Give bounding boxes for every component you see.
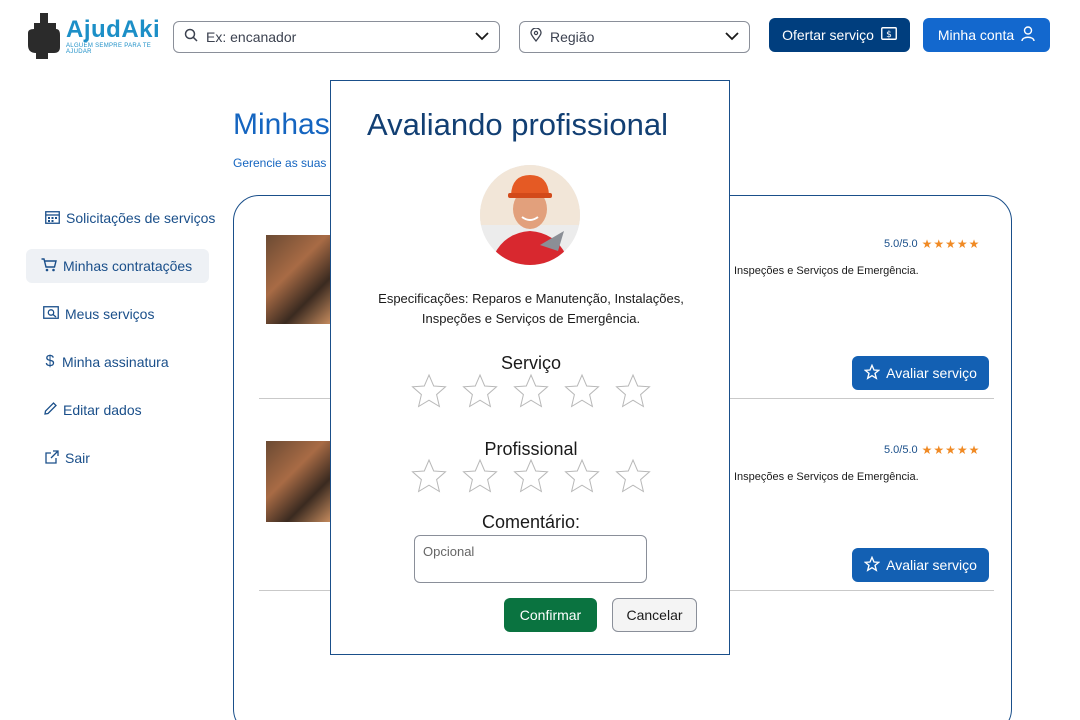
contract-thumbnail — [266, 441, 330, 522]
contract-rating: 5.0/5.0 ★★★★★ — [884, 237, 980, 251]
sidebar-item-sair[interactable]: Sair — [45, 441, 90, 475]
star-rating-icon: ★★★★★ — [921, 237, 981, 251]
sidebar-item-label: Minha assinatura — [62, 354, 169, 370]
dollar-icon: $ — [45, 353, 55, 370]
rate-service-label: Avaliar serviço — [886, 365, 977, 381]
brand-logo[interactable]: AjudAki ALGUEM SEMPRE PARA TE AJUDAR — [26, 12, 160, 60]
sidebar-item-assinatura[interactable]: $ Minha assinatura — [44, 345, 169, 379]
professional-star-rating[interactable] — [411, 458, 651, 494]
spec-line-2: Inspeções e Serviços de Emergência. — [421, 311, 641, 326]
rate-service-label: Avaliar serviço — [886, 557, 977, 573]
brand-name: AjudAki — [66, 16, 161, 43]
contract-spec: Inspeções e Serviços de Emergência. — [734, 265, 919, 277]
sidebar-item-contratacoes[interactable]: Minhas contratações — [26, 249, 209, 283]
page-title: Minhas — [233, 108, 330, 141]
sidebar-item-solicitacoes[interactable]: Solicitações de serviços — [45, 201, 215, 235]
professional-avatar — [480, 165, 580, 265]
my-account-button[interactable]: Minha conta — [923, 18, 1050, 52]
rate-service-button[interactable]: Avaliar serviço — [852, 548, 989, 582]
spec-line-1: Especificações: Reparos e Manutenção, In… — [378, 291, 684, 306]
star-outline-icon[interactable] — [564, 458, 600, 494]
service-star-rating[interactable] — [411, 373, 651, 409]
offer-service-label: Ofertar serviço — [782, 27, 874, 43]
pencil-icon — [44, 402, 57, 418]
page-subtitle: Gerencie as suas — [233, 156, 327, 170]
star-outline-icon — [863, 555, 881, 575]
offer-service-button[interactable]: Ofertar serviço $ — [769, 18, 910, 52]
professional-rating-label: Profissional — [484, 439, 578, 459]
rating-value: 5.0/5.0 — [884, 444, 918, 456]
comment-label: Comentário: — [481, 512, 581, 532]
search-placeholder: Ex: encanador — [206, 29, 297, 45]
comment-placeholder: Opcional — [423, 544, 475, 559]
cancel-button[interactable]: Cancelar — [612, 598, 697, 632]
modal-specifications: Especificações: Reparos e Manutenção, In… — [351, 289, 711, 329]
rate-professional-modal: Avaliando profissional Especificações: R… — [330, 80, 730, 655]
star-outline-icon[interactable] — [411, 458, 447, 494]
search-icon — [184, 28, 198, 47]
my-account-label: Minha conta — [937, 27, 1015, 43]
star-outline-icon[interactable] — [513, 458, 549, 494]
star-outline-icon[interactable] — [462, 458, 498, 494]
external-link-icon — [45, 449, 59, 467]
star-outline-icon[interactable] — [462, 373, 498, 409]
brand-tagline: ALGUEM SEMPRE PARA TE AJUDAR — [66, 43, 152, 55]
region-placeholder: Região — [550, 29, 595, 45]
star-outline-icon[interactable] — [411, 373, 447, 409]
sidebar-item-label: Editar dados — [63, 402, 142, 418]
star-outline-icon[interactable] — [615, 458, 651, 494]
user-icon — [1021, 25, 1035, 45]
calendar-icon — [45, 210, 60, 227]
confirm-button[interactable]: Confirmar — [504, 598, 597, 632]
cart-icon — [41, 257, 57, 275]
rating-value: 5.0/5.0 — [884, 238, 918, 250]
svg-text:$: $ — [886, 30, 892, 40]
service-rating-label: Serviço — [500, 353, 562, 373]
modal-title: Avaliando profissional — [367, 107, 669, 142]
contract-rating: 5.0/5.0 ★★★★★ — [884, 443, 980, 457]
star-outline-icon[interactable] — [564, 373, 600, 409]
image-icon — [43, 306, 59, 322]
contract-spec: Inspeções e Serviços de Emergência. — [734, 471, 919, 483]
comment-textarea[interactable]: Opcional — [414, 535, 647, 583]
contract-thumbnail — [266, 235, 330, 324]
location-pin-icon — [530, 26, 542, 47]
chevron-down-icon — [725, 28, 739, 46]
star-outline-icon — [863, 363, 881, 383]
sidebar-item-meus-servicos[interactable]: Meus serviços — [43, 297, 154, 331]
hand-tool-logo-icon — [26, 13, 62, 59]
cash-icon: $ — [880, 27, 897, 43]
sidebar-item-editar-dados[interactable]: Editar dados — [44, 393, 142, 427]
star-outline-icon[interactable] — [615, 373, 651, 409]
sidebar-item-label: Meus serviços — [65, 306, 155, 322]
region-select[interactable]: Região — [519, 21, 750, 53]
sidebar-item-label: Minhas contratações — [63, 258, 193, 274]
sidebar-item-label: Solicitações de serviços — [66, 210, 216, 226]
sidebar-item-label: Sair — [65, 450, 90, 466]
rate-service-button[interactable]: Avaliar serviço — [852, 356, 989, 390]
star-outline-icon[interactable] — [513, 373, 549, 409]
chevron-down-icon — [475, 28, 489, 46]
star-rating-icon: ★★★★★ — [921, 443, 981, 457]
service-search-select[interactable]: Ex: encanador — [173, 21, 500, 53]
